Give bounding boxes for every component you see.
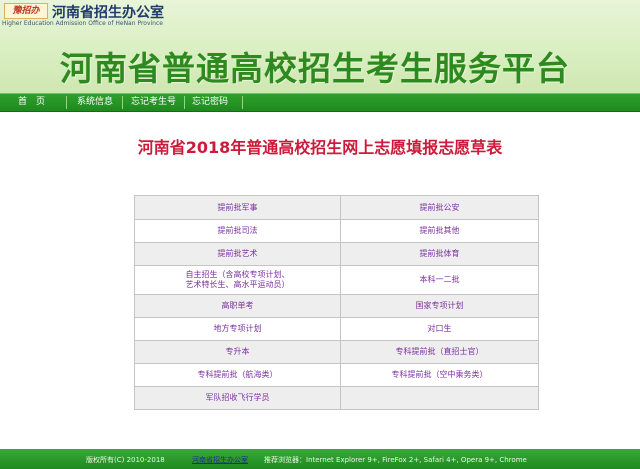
batch-link[interactable]: 提前批司法 [135,220,341,242]
batch-link[interactable]: 高职单考 [135,295,341,317]
batch-link[interactable]: 提前批艺术 [135,243,341,265]
batch-link[interactable]: 专科提前批（航海类） [135,364,341,386]
browser-recommendation: 推荐浏览器：Internet Explorer 9+, FireFox 2+, … [264,456,527,464]
table-row: 提前批司法 提前批其他 [135,220,538,243]
batch-link[interactable]: 自主招生（含高校专项计划、 艺术特长生、高水平运动员） [135,266,341,294]
office-name: 河南省招生办公室 [52,5,164,21]
office-link[interactable]: 河南省招生办公室 [192,455,248,465]
table-row: 高职单考 国家专项计划 [135,295,538,318]
batch-link[interactable]: 专升本 [135,341,341,363]
batch-link[interactable]: 提前批其他 [341,220,538,242]
table-row: 地方专项计划 对口生 [135,318,538,341]
empty-cell [341,387,538,409]
office-logo: 豫招办 [4,3,48,19]
batch-link[interactable]: 专科提前批（空中乘务类） [341,364,538,386]
nav-separator [66,96,67,109]
table-row: 专升本 专科提前批（直招士官） [135,341,538,364]
copyright-text: 版权所有(C) 2010-2018 [86,456,165,464]
nav-separator [122,96,123,109]
main-nav: 首 页 系统信息 忘记考生号 忘记密码 [0,93,640,112]
batch-link[interactable]: 专科提前批（直招士官） [341,341,538,363]
batch-link[interactable]: 提前批军事 [135,196,341,219]
nav-item-forgot-exam-number[interactable]: 忘记考生号 [131,94,176,111]
batch-link[interactable]: 对口生 [341,318,538,340]
batch-link[interactable]: 本科一二批 [341,266,538,294]
site-title: 河南省普通高校招生考生服务平台 [60,49,570,88]
page-title: 河南省2018年普通高校招生网上志愿填报志愿草表 [137,138,503,157]
batch-link[interactable]: 提前批体育 [341,243,538,265]
batch-link[interactable]: 地方专项计划 [135,318,341,340]
site-header: 豫招办 河南省招生办公室 Higher Education Admission … [0,0,640,94]
nav-item-forgot-password[interactable]: 忘记密码 [192,94,228,111]
nav-item-home[interactable]: 首 页 [18,94,45,111]
office-english-name: Higher Education Admission Office of HeN… [2,20,163,27]
nav-separator [242,96,243,109]
table-row: 提前批军事 提前批公安 [135,196,538,220]
table-row: 提前批艺术 提前批体育 [135,243,538,266]
table-row: 专科提前批（航海类） 专科提前批（空中乘务类） [135,364,538,387]
site-footer: 版权所有(C) 2010-2018 河南省招生办公室 推荐浏览器：Interne… [0,449,640,469]
batch-link[interactable]: 军队招收飞行学员 [135,387,341,409]
batch-link[interactable]: 国家专项计划 [341,295,538,317]
nav-item-system-info[interactable]: 系统信息 [77,94,113,111]
nav-separator [184,96,185,109]
table-row: 自主招生（含高校专项计划、 艺术特长生、高水平运动员） 本科一二批 [135,266,538,295]
volunteer-batch-grid: 提前批军事 提前批公安 提前批司法 提前批其他 提前批艺术 提前批体育 自主招生… [134,195,539,410]
table-row: 军队招收飞行学员 [135,387,538,409]
batch-link[interactable]: 提前批公安 [341,196,538,219]
